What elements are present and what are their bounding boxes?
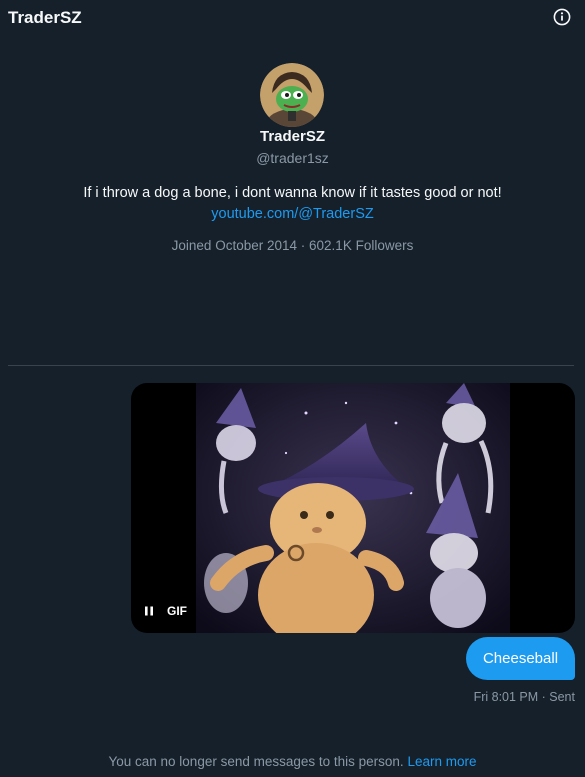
pause-icon[interactable] xyxy=(139,601,159,621)
gif-badge[interactable]: GIF xyxy=(167,604,187,618)
message-bubble[interactable]: Cheeseball xyxy=(466,637,575,680)
avatar[interactable] xyxy=(260,63,324,127)
followers-count[interactable]: 602.1K Followers xyxy=(309,238,413,253)
gif-image xyxy=(196,383,510,633)
message-timestamp: Fri 8:01 PM · Sent xyxy=(473,690,575,704)
profile-bio: If i throw a dog a bone, i dont wanna kn… xyxy=(83,185,502,201)
joined-date: Joined October 2014 xyxy=(171,238,297,253)
dm-conversation: TraderSZ TraderSZ @trader1sz If i throw … xyxy=(0,0,585,777)
gif-message[interactable]: GIF xyxy=(131,383,575,633)
profile-link-row: youtube.com/@TraderSZ xyxy=(0,206,585,222)
messaging-disabled-notice: You can no longer send messages to this … xyxy=(0,754,585,769)
profile-meta: Joined October 2014 · 602.1K Followers xyxy=(0,238,585,253)
profile-handle: @trader1sz xyxy=(256,150,329,166)
conversation-header: TraderSZ xyxy=(0,0,585,36)
profile-link[interactable]: youtube.com/@TraderSZ xyxy=(211,206,373,222)
notice-text: You can no longer send messages to this … xyxy=(108,754,404,769)
divider xyxy=(8,365,574,366)
learn-more-link[interactable]: Learn more xyxy=(407,754,476,769)
profile-display-name[interactable]: TraderSZ xyxy=(0,128,585,145)
conversation-title: TraderSZ xyxy=(8,8,82,27)
meta-separator: · xyxy=(300,238,306,253)
gif-controls: GIF xyxy=(139,600,187,622)
info-icon[interactable] xyxy=(553,8,571,26)
